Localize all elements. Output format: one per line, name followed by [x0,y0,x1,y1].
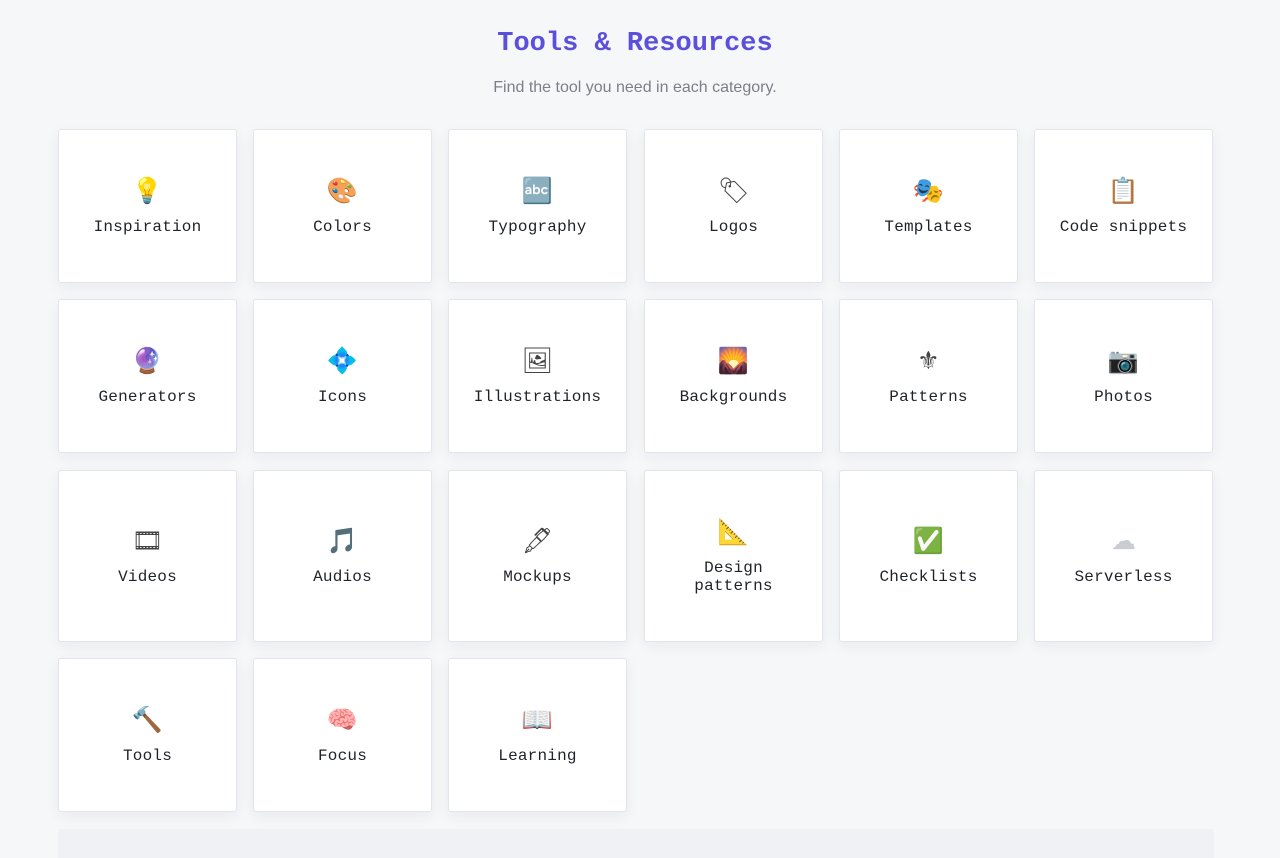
sunrise-mountains-icon: 🌄 [717,346,750,375]
brain-icon: 🧠 [326,705,359,734]
category-card-photos[interactable]: 📷 Photos [1034,299,1213,453]
category-card-templates[interactable]: 🎭 Templates [839,129,1018,283]
category-label: Photos [1094,388,1153,406]
category-label: Code snippets [1059,218,1188,236]
category-label: Audios [313,568,372,586]
category-label: Learning [498,747,577,765]
category-label: Mockups [503,568,572,586]
category-label: Serverless [1074,568,1173,586]
category-card-code-snippets[interactable]: 📋 Code snippets [1034,129,1213,283]
category-card-patterns[interactable]: ⚜ Patterns [839,299,1018,453]
footer-bar [58,829,1214,858]
triangle-ruler-icon: 📐 [717,517,750,546]
music-note-icon: 🎵 [326,526,359,555]
category-label: Inspiration [93,218,202,236]
category-card-colors[interactable]: 🎨 Colors [253,129,432,283]
cloud-icon: ☁ [1111,526,1136,555]
open-book-icon: 📖 [521,705,554,734]
category-card-checklists[interactable]: ✅ Checklists [839,470,1018,642]
category-card-learning[interactable]: 📖 Learning [448,658,627,812]
category-card-tools[interactable]: 🔨 Tools [58,658,237,812]
category-label: Icons [317,388,367,406]
category-label: Focus [317,747,367,765]
category-label: Illustrations [473,388,602,406]
tag-icon: 🏷 [717,176,750,205]
lightbulb-icon: 💡 [131,176,164,205]
category-label: Checklists [879,568,978,586]
crystal-ball-icon: 🔮 [131,346,164,375]
category-card-design-patterns[interactable]: 📐 Design patterns [644,470,823,642]
category-label: Design patterns [694,559,773,595]
category-card-typography[interactable]: 🔤 Typography [448,129,627,283]
category-card-serverless[interactable]: ☁ Serverless [1034,470,1213,642]
category-card-videos[interactable]: 🎞 Videos [58,470,237,642]
diamond-shape-icon: 💠 [326,346,359,375]
palette-icon: 🎨 [326,176,359,205]
theater-masks-icon: 🎭 [912,176,945,205]
category-label: Videos [118,568,177,586]
category-card-inspiration[interactable]: 💡 Inspiration [58,129,237,283]
category-card-focus[interactable]: 🧠 Focus [253,658,432,812]
clipboard-icon: 📋 [1107,176,1140,205]
fleur-de-lis-icon: ⚜ [917,346,940,375]
category-card-icons[interactable]: 💠 Icons [253,299,432,453]
category-card-mockups[interactable]: 🖋 Mockups [448,470,627,642]
page-subtitle: Find the tool you need in each category. [493,79,777,96]
film-frames-icon: 🎞 [131,526,164,555]
page-title: Tools & Resources [497,29,773,59]
category-label: Generators [98,388,197,406]
abc-icon: 🔤 [521,176,554,205]
category-label: Typography [488,218,587,236]
check-mark-icon: ✅ [912,526,945,555]
category-card-generators[interactable]: 🔮 Generators [58,299,237,453]
category-card-logos[interactable]: 🏷 Logos [644,129,823,283]
category-label: Templates [884,218,973,236]
camera-icon: 📷 [1107,346,1140,375]
category-label: Colors [313,218,372,236]
category-label: Logos [708,218,758,236]
category-label: Patterns [889,388,968,406]
category-card-audios[interactable]: 🎵 Audios [253,470,432,642]
category-label: Tools [122,747,172,765]
framed-picture-icon: 🖼 [521,346,554,375]
category-card-illustrations[interactable]: 🖼 Illustrations [448,299,627,453]
fountain-pen-icon: 🖋 [521,526,554,555]
category-card-backgrounds[interactable]: 🌄 Backgrounds [644,299,823,453]
hammer-icon: 🔨 [131,705,164,734]
category-label: Backgrounds [679,388,788,406]
